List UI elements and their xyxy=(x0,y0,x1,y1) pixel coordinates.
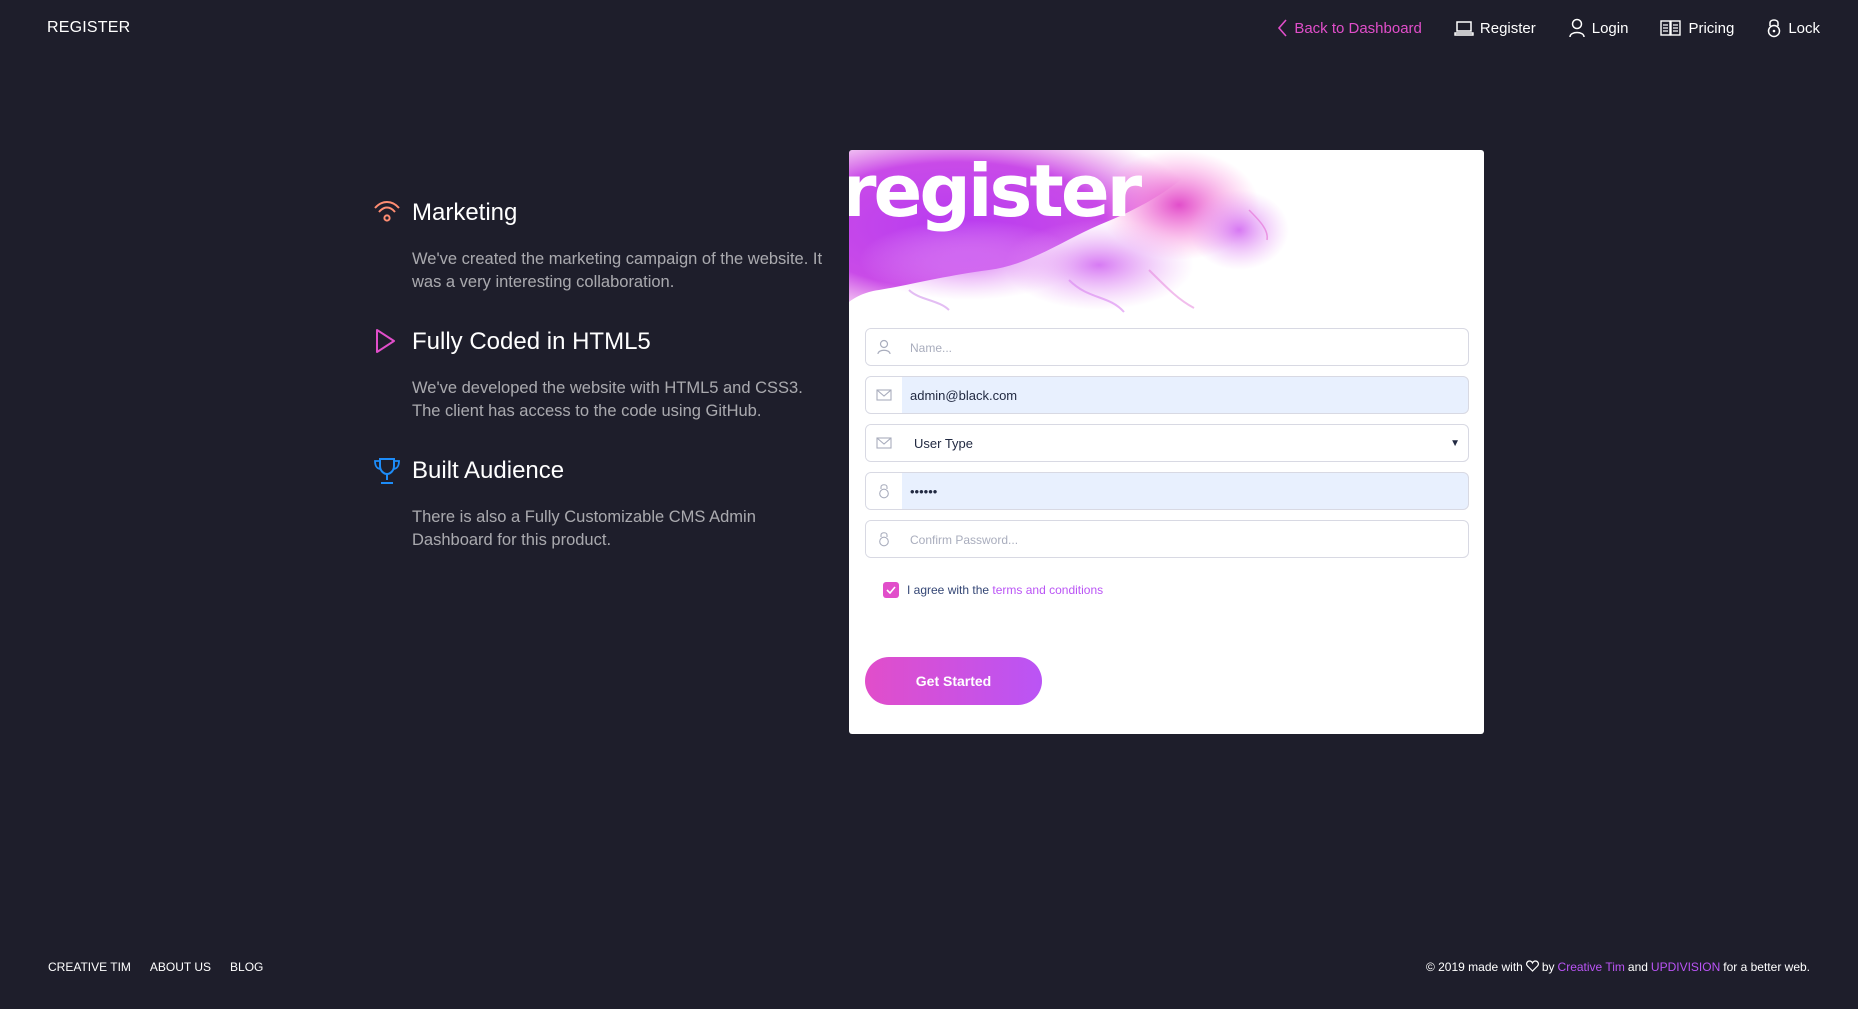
lock-icon xyxy=(866,521,902,557)
terms-link[interactable]: terms and conditions xyxy=(992,583,1103,597)
check-icon xyxy=(886,586,896,594)
name-input[interactable] xyxy=(902,329,1468,365)
nav-pricing[interactable]: Pricing xyxy=(1660,19,1734,37)
nav-back-to-dashboard[interactable]: Back to Dashboard xyxy=(1276,18,1422,38)
caret-down-icon: ▼ xyxy=(1450,437,1460,449)
user-type-value: User Type xyxy=(914,435,974,451)
copyright-and: and xyxy=(1627,960,1648,974)
register-form: User Type ▼ xyxy=(865,328,1469,598)
agree-checkbox[interactable] xyxy=(883,582,899,598)
email-field xyxy=(865,376,1469,414)
money-icon xyxy=(1660,19,1682,37)
info-title: Marketing xyxy=(412,199,518,226)
trophy-icon xyxy=(372,456,402,486)
user-icon xyxy=(866,329,902,365)
card-title: register xyxy=(849,150,1142,233)
info-audience: Built Audience There is also a Fully Cus… xyxy=(372,448,832,552)
laptop-icon xyxy=(1454,20,1474,36)
envelope-icon xyxy=(866,425,902,461)
chevron-left-icon xyxy=(1276,18,1288,38)
copyright-prefix: © 2019 made with xyxy=(1425,960,1523,974)
nav-register[interactable]: Register xyxy=(1454,20,1536,37)
nav-menu: Back to Dashboard Register Login Pricing xyxy=(1276,18,1820,38)
brand-link[interactable]: REGISTER xyxy=(47,19,130,37)
password-field xyxy=(865,472,1469,510)
navbar: REGISTER Back to Dashboard Register Logi… xyxy=(0,0,1858,56)
lock-icon xyxy=(1766,18,1782,38)
nav-register-label: Register xyxy=(1479,19,1536,37)
info-html5: Fully Coded in HTML5 We've developed the… xyxy=(372,319,832,423)
nav-pricing-label: Pricing xyxy=(1688,19,1735,37)
nav-login[interactable]: Login xyxy=(1568,18,1629,38)
name-field xyxy=(865,328,1469,366)
email-input[interactable] xyxy=(902,377,1468,413)
info-marketing: Marketing We've created the marketing ca… xyxy=(372,190,832,294)
play-icon xyxy=(372,327,402,357)
creative-tim-link[interactable]: Creative Tim xyxy=(1558,960,1625,974)
info-section: Marketing We've created the marketing ca… xyxy=(372,190,832,577)
nav-lock[interactable]: Lock xyxy=(1766,18,1820,38)
footer: CREATIVE TIM ABOUT US BLOG © 2019 made w… xyxy=(0,955,1858,979)
footer-link-about-us[interactable]: ABOUT US xyxy=(150,960,211,974)
footer-link-blog[interactable]: BLOG xyxy=(230,960,263,974)
register-card: register User Type xyxy=(849,150,1484,734)
copyright: © 2019 made with by Creative Tim and UPD… xyxy=(1425,959,1810,975)
confirm-password-field xyxy=(865,520,1469,558)
user-icon xyxy=(1568,18,1586,38)
confirm-password-input[interactable] xyxy=(902,521,1468,557)
agree-text: I agree with the xyxy=(907,583,990,597)
get-started-button[interactable]: Get Started xyxy=(865,657,1042,705)
heart-icon xyxy=(1525,959,1539,975)
info-text: We've developed the website with HTML5 a… xyxy=(412,379,803,420)
nav-lock-label: Lock xyxy=(1788,19,1820,37)
copyright-suffix: for a better web. xyxy=(1723,960,1810,974)
register-page: REGISTER Back to Dashboard Register Logi… xyxy=(0,0,1858,1009)
info-title: Built Audience xyxy=(412,457,565,484)
copyright-by: by xyxy=(1541,960,1555,974)
footer-link-creative-tim[interactable]: CREATIVE TIM xyxy=(48,960,131,974)
info-text: There is also a Fully Customizable CMS A… xyxy=(412,508,756,549)
user-type-field: User Type ▼ xyxy=(865,424,1469,462)
envelope-icon xyxy=(866,377,902,413)
nav-back-label: Back to Dashboard xyxy=(1294,19,1422,37)
user-type-select[interactable]: User Type ▼ xyxy=(902,425,1468,461)
card-header: register xyxy=(849,150,1484,313)
password-input[interactable] xyxy=(902,473,1468,509)
info-title: Fully Coded in HTML5 xyxy=(412,328,651,355)
terms-row: I agree with the terms and conditions xyxy=(883,582,1469,598)
footer-nav: CREATIVE TIM ABOUT US BLOG xyxy=(48,960,263,974)
lock-icon xyxy=(866,473,902,509)
agree-label: I agree with the terms and conditions xyxy=(907,583,1103,597)
updivision-link[interactable]: UPDIVISION xyxy=(1651,960,1720,974)
nav-login-label: Login xyxy=(1591,19,1629,37)
info-text: We've created the marketing campaign of … xyxy=(412,250,823,291)
wifi-icon xyxy=(372,198,402,228)
